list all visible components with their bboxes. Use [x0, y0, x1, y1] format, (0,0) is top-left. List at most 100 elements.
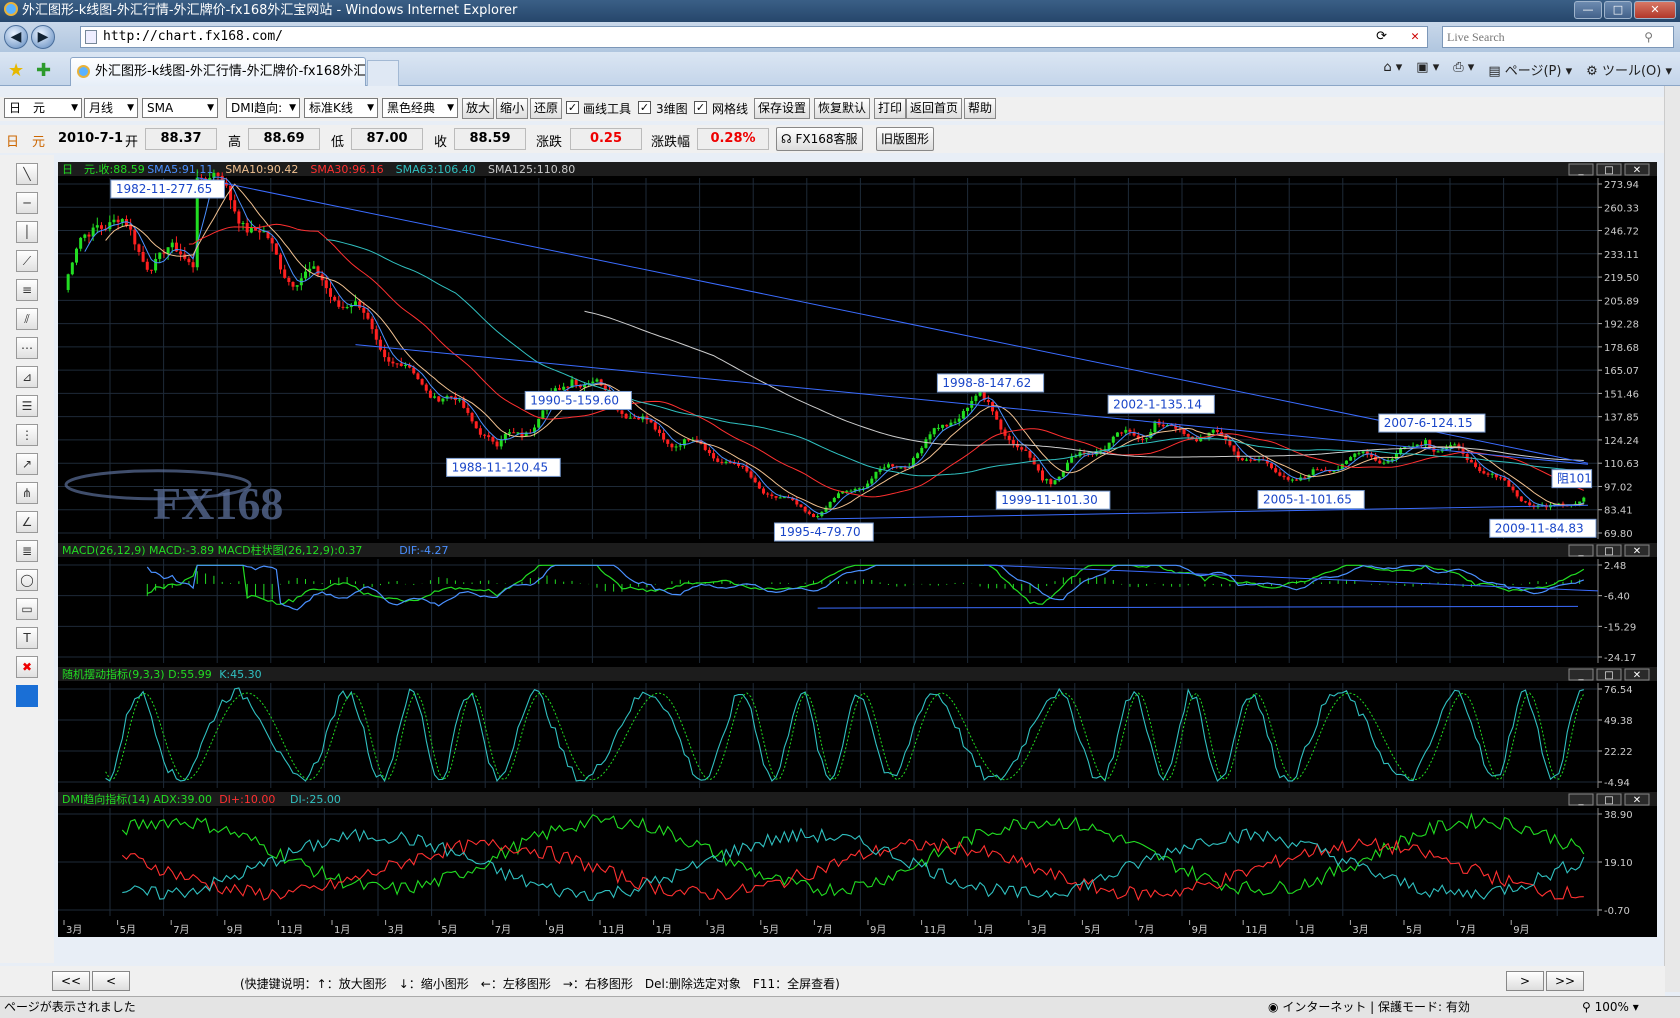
ray-tool-icon[interactable]: ⟋: [16, 250, 38, 272]
candle-body: [345, 307, 349, 309]
candle-body: [1528, 502, 1532, 506]
ma-select[interactable]: SMA ▼: [142, 98, 218, 118]
window-titlebar: 外汇图形-k线图-外汇行情-外汇牌价-fx168外汇宝网站 - Windows …: [0, 0, 1680, 22]
search-input[interactable]: Live Search ⚲: [1442, 26, 1674, 48]
favorites-star-icon[interactable]: ★: [8, 60, 24, 81]
save-settings-button[interactable]: 保存设置: [754, 98, 811, 119]
candle-body: [487, 435, 491, 438]
back-button[interactable]: ◀: [4, 25, 28, 49]
arrow-tool-icon[interactable]: ↗: [16, 453, 38, 475]
next-button[interactable]: >: [1506, 971, 1544, 991]
help-button[interactable]: 帮助: [964, 98, 997, 119]
style-select[interactable]: 标准K线 ▼: [304, 98, 378, 118]
page-menu[interactable]: ▤ ページ(P) ▾: [1488, 60, 1572, 79]
three-d-checkbox[interactable]: ✓: [638, 101, 651, 114]
tools-menu[interactable]: ⚙ ツール(O) ▾: [1586, 60, 1672, 79]
gann-tool-icon[interactable]: ⋯: [16, 337, 38, 359]
home-icon[interactable]: ⌂ ▾: [1383, 60, 1402, 79]
candle-body: [341, 306, 345, 308]
line-tool-icon[interactable]: ╲: [16, 163, 38, 185]
add-favorites-icon[interactable]: ✚: [36, 60, 51, 81]
address-bar[interactable]: http://chart.fx168.com/ ⟳ ✕: [80, 26, 1428, 48]
fibo-tool-icon[interactable]: ☰: [16, 395, 38, 417]
minimize-button[interactable]: —: [1574, 1, 1602, 19]
channel-tool-icon[interactable]: ≡: [16, 279, 38, 301]
ellipse-tool-icon[interactable]: ◯: [16, 569, 38, 591]
indicator-select[interactable]: DMI趋向: ▼: [226, 98, 300, 118]
grid-tool-icon[interactable]: ⋮: [16, 424, 38, 446]
candle-body: [753, 477, 757, 483]
zoom-out-button[interactable]: 缩小: [496, 98, 529, 119]
main-header-text: SMA10:90.42: [225, 163, 298, 176]
draw-tools-checkbox[interactable]: ✓: [566, 101, 579, 114]
maximize-button[interactable]: □: [1604, 1, 1632, 19]
candle-body: [974, 395, 978, 401]
rect-tool-icon[interactable]: ▭: [16, 598, 38, 620]
candle-body: [237, 211, 241, 224]
search-icon[interactable]: ⚲: [1644, 27, 1653, 47]
page-scrollbar[interactable]: [1664, 86, 1680, 992]
last-page-button[interactable]: >>: [1546, 971, 1584, 991]
candle-body: [137, 244, 141, 252]
text-tool-icon[interactable]: T: [16, 627, 38, 649]
print-button[interactable]: 打印: [874, 98, 907, 119]
pitchfork-tool-icon[interactable]: ⋔: [16, 482, 38, 504]
grid-checkbox[interactable]: ✓: [694, 101, 707, 114]
home-page-button[interactable]: 返回首页: [906, 98, 963, 119]
annotation-label: 1995-4-79.70: [779, 525, 860, 539]
zoom-in-button[interactable]: 放大: [462, 98, 495, 119]
command-bar: ⌂ ▾ ▣ ▾ ⎙ ▾ ▤ ページ(P) ▾ ⚙ ツール(O) ▾: [1383, 60, 1672, 79]
fan-tool-icon[interactable]: ⊿: [16, 366, 38, 388]
candle-body: [1049, 479, 1053, 485]
zoom-level[interactable]: ⚲ 100% ▾: [1582, 997, 1639, 1017]
delete-tool-icon[interactable]: ✖: [16, 656, 38, 678]
first-page-button[interactable]: <<: [52, 971, 90, 991]
x-tick-label: 1月: [656, 924, 672, 936]
stop-icon[interactable]: ✕: [1411, 27, 1419, 47]
candle-body: [916, 453, 920, 459]
reset-button[interactable]: 恢复默认: [814, 98, 871, 119]
theme-select[interactable]: 黑色经典 ▼: [382, 98, 458, 118]
candle-body: [1115, 432, 1119, 437]
page-icon: [85, 30, 97, 44]
candle-body: [1236, 451, 1240, 459]
x-tick-label: 11月: [924, 924, 947, 936]
parallel-tool-icon[interactable]: ⫽: [16, 308, 38, 330]
candle-body: [624, 413, 628, 419]
candle-body: [270, 238, 274, 244]
restore-button[interactable]: 还原: [530, 98, 563, 119]
main-panel-button-label: _: [1578, 165, 1585, 176]
period-select[interactable]: 月线 ▼: [84, 98, 138, 118]
candle-body: [720, 461, 724, 463]
forward-button[interactable]: ▶: [31, 25, 55, 49]
main-tick-label: 260.33: [1604, 203, 1639, 214]
chevron-down-icon: ▼: [127, 103, 134, 113]
close-button[interactable]: ✕: [1634, 1, 1676, 19]
main-header-text: SMA5:91.11: [147, 163, 213, 176]
tab-fx168[interactable]: 外汇图形-k线图-外汇行情-外汇牌价-fx168外汇...: [70, 57, 366, 86]
color-picker-icon[interactable]: [16, 685, 38, 707]
print-icon[interactable]: ⎙ ▾: [1453, 60, 1474, 79]
candle-body: [874, 471, 878, 479]
customer-service-button[interactable]: ☊ FX168客服: [776, 127, 863, 151]
candle-body: [491, 437, 495, 442]
old-chart-button[interactable]: 旧版图形: [876, 127, 935, 151]
main-header-text: SMA63:106.40: [396, 163, 476, 176]
ie-icon: [4, 2, 18, 16]
feeds-icon[interactable]: ▣ ▾: [1416, 60, 1439, 79]
hline-tool-icon[interactable]: ─: [16, 192, 38, 214]
candle-body: [1465, 454, 1469, 460]
chart-svg[interactable]: 日 元.收:88.59 SMA5:91.11 SMA10:90.42 SMA30:96…: [58, 162, 1657, 937]
refresh-icon[interactable]: ⟳: [1376, 27, 1387, 47]
symbol-select[interactable]: 日 元 ▼: [4, 98, 82, 118]
prev-button[interactable]: <: [92, 971, 130, 991]
candle-body: [395, 363, 399, 365]
list-tool-icon[interactable]: ≣: [16, 540, 38, 562]
candle-body: [324, 280, 328, 289]
vline-tool-icon[interactable]: │: [16, 221, 38, 243]
candle-body: [383, 349, 387, 358]
chart-area[interactable]: 日 元.收:88.59 SMA5:91.11 SMA10:90.42 SMA30:96…: [58, 162, 1657, 937]
candle-body: [1028, 450, 1032, 458]
cycle-tool-icon[interactable]: ∠: [16, 511, 38, 533]
new-tab-button[interactable]: [367, 60, 399, 86]
